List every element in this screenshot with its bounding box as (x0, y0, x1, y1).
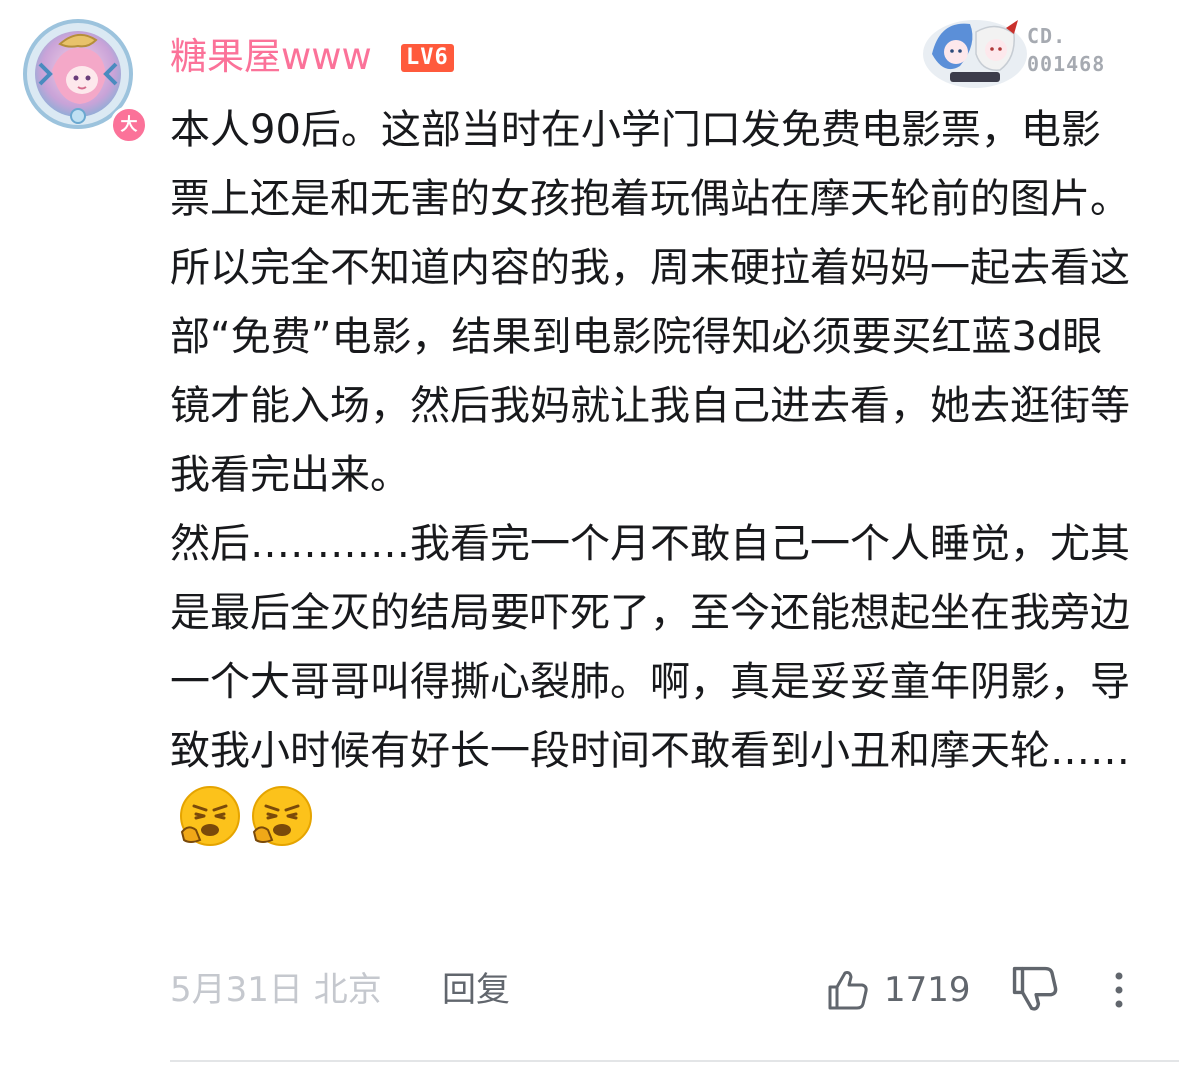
anime-characters-badge-icon (923, 20, 1027, 88)
thumbs-up-icon (828, 971, 868, 1010)
like-button[interactable]: 1719 (826, 962, 971, 1018)
username[interactable]: 糖果屋www (170, 34, 372, 80)
fan-badge-serial: 001468 (1027, 52, 1106, 76)
dislike-button[interactable] (1010, 964, 1060, 1014)
comment-footer: 5月31日 北京 回复 1719 (0, 958, 1179, 1022)
fan-badge-label: CD. (1027, 24, 1067, 48)
more-options-button[interactable] (1104, 964, 1134, 1016)
date-location: 5月31日 北京 (170, 970, 382, 1010)
comment-body: 本人90后。这部当时在小学门口发免费电影票，电影票上还是和无害的女孩抱着玩偶站在… (170, 96, 1140, 855)
tired-face-emoji-icon (180, 786, 240, 846)
fan-badge-image[interactable] (920, 14, 1030, 90)
comment-divider (170, 1060, 1179, 1062)
comment-paragraph-2-text: 然后…………我看完一个月不敢自己一个人睡觉，尤其是最后全灭的结局要吓死了，至今还… (170, 521, 1130, 774)
more-vertical-icon (1115, 972, 1123, 1008)
fan-badge-number: CD. 001468 (1027, 22, 1105, 78)
like-count: 1719 (884, 970, 971, 1010)
user-avatar[interactable]: 大 (22, 18, 148, 144)
reply-button[interactable]: 回复 (442, 966, 510, 1014)
level-badge: LV6 (401, 44, 454, 72)
vip-badge: 大 (110, 106, 148, 144)
comment-paragraph-1: 本人90后。这部当时在小学门口发免费电影票，电影票上还是和无害的女孩抱着玩偶站在… (170, 107, 1130, 498)
thumbs-down-icon (1012, 966, 1058, 1011)
tired-face-emoji-icon (252, 786, 312, 846)
comment-paragraph-2: 然后…………我看完一个月不敢自己一个人睡觉，尤其是最后全灭的结局要吓死了，至今还… (170, 510, 1140, 855)
